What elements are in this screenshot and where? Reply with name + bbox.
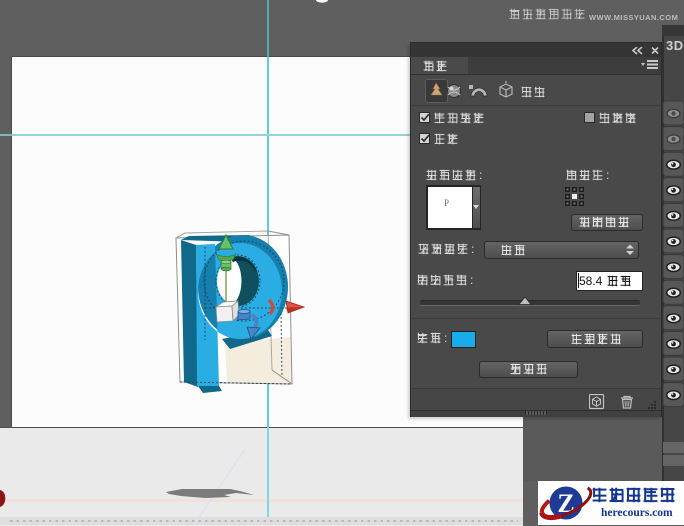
svg-text::: : <box>444 332 447 345</box>
svg-text::: : <box>479 169 482 182</box>
svg-text::: : <box>471 243 474 256</box>
svg-text::: : <box>470 274 473 287</box>
svg-text::: : <box>606 169 609 182</box>
